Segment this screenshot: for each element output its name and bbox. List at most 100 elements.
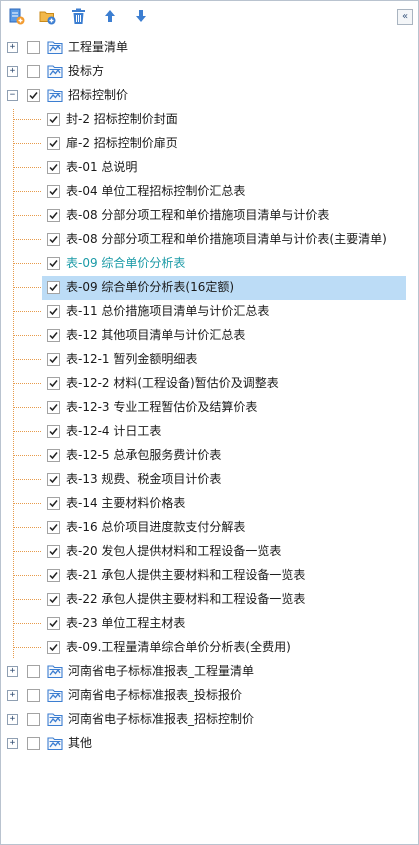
tree-connector-line [14,383,41,385]
tree-node-label: 表-14 主要材料价格表 [66,496,186,510]
tree-child-node[interactable]: 表-22 承包人提供主要材料和工程设备一览表 [1,588,418,612]
tree-child-node[interactable]: 封-2 招标控制价封面 [1,108,418,132]
expand-toggle-icon[interactable]: + [7,42,18,53]
tree-connector-line [14,239,41,241]
node-checkbox[interactable] [27,89,40,102]
node-checkbox[interactable] [47,353,60,366]
node-checkbox[interactable] [47,209,60,222]
expand-toggle-icon[interactable]: + [7,714,18,725]
move-down-button[interactable] [130,5,152,27]
expand-toggle-icon[interactable]: + [7,66,18,77]
tree-child-node[interactable]: 表-01 总说明 [1,156,418,180]
tree-child-node[interactable]: 表-09 综合单价分析表 [1,252,418,276]
move-down-icon [136,10,146,22]
tree-node-label: 表-23 单位工程主材表 [66,616,186,630]
tree-connector-line [14,191,41,193]
tree-root-node[interactable]: + 工程量清单 [1,36,418,60]
report-folder-icon [47,736,63,751]
node-checkbox[interactable] [47,617,60,630]
tree-child-node[interactable]: 表-09 综合单价分析表(16定额) [1,276,418,300]
node-checkbox[interactable] [27,65,40,78]
node-checkbox[interactable] [27,737,40,750]
expand-toggle-icon[interactable]: + [7,666,18,677]
tree-child-node[interactable]: 表-14 主要材料价格表 [1,492,418,516]
tree-root-node[interactable]: + 河南省电子标标准报表_工程量清单 [1,660,418,684]
tree-child-node[interactable]: 表-11 总价措施项目清单与计价汇总表 [1,300,418,324]
tree-child-node[interactable]: 表-21 承包人提供主要材料和工程设备一览表 [1,564,418,588]
node-checkbox[interactable] [47,521,60,534]
tree-node-label: 工程量清单 [68,40,129,54]
tree-node-label: 表-08 分部分项工程和单价措施项目清单与计价表 [66,208,330,222]
tree-connector-line [14,335,41,337]
node-checkbox[interactable] [47,305,60,318]
add-document-button[interactable] [5,5,27,27]
tree-child-node[interactable]: 扉-2 招标控制价扉页 [1,132,418,156]
node-checkbox[interactable] [27,689,40,702]
tree-connector-line [14,479,41,481]
tree-root-node[interactable]: + 河南省电子标标准报表_招标控制价 [1,708,418,732]
tree-child-node[interactable]: 表-12-3 专业工程暂估价及结算价表 [1,396,418,420]
delete-button[interactable] [67,5,89,27]
node-checkbox[interactable] [47,641,60,654]
node-checkbox[interactable] [47,401,60,414]
tree-connector-line [14,431,41,433]
tree-child-node[interactable]: 表-12-1 暂列金额明细表 [1,348,418,372]
node-checkbox[interactable] [27,41,40,54]
node-checkbox[interactable] [47,257,60,270]
tree-child-node[interactable]: 表-04 单位工程招标控制价汇总表 [1,180,418,204]
expand-toggle-icon[interactable]: + [7,738,18,749]
tree-node-label: 河南省电子标标准报表_招标控制价 [68,712,255,726]
tree-connector-line [14,167,41,169]
tree-child-node[interactable]: 表-13 规费、税金项目计价表 [1,468,418,492]
tree-connector-line [14,647,41,649]
move-up-button[interactable] [99,5,121,27]
add-folder-button[interactable] [36,5,58,27]
node-checkbox[interactable] [47,497,60,510]
node-checkbox[interactable] [47,545,60,558]
tree-child-node[interactable]: 表-12-4 计日工表 [1,420,418,444]
node-checkbox[interactable] [47,161,60,174]
node-checkbox[interactable] [47,473,60,486]
tree-node-label: 表-20 发包人提供材料和工程设备一览表 [66,544,282,558]
tree-connector-line [14,455,41,457]
collapse-toggle-icon[interactable]: − [7,90,18,101]
node-checkbox[interactable] [47,569,60,582]
tree-child-node[interactable]: 表-08 分部分项工程和单价措施项目清单与计价表 [1,204,418,228]
tree-child-node[interactable]: 表-12-2 材料(工程设备)暂估价及调整表 [1,372,418,396]
tree-node-label: 表-12-5 总承包服务费计价表 [66,448,222,462]
tree-child-node[interactable]: 表-16 总价项目进度款支付分解表 [1,516,418,540]
tree-connector-line [14,551,41,553]
tree-root-node[interactable]: − 招标控制价 [1,84,418,108]
tree-connector-line [14,287,41,289]
collapse-panel-button[interactable]: « [397,9,413,25]
node-checkbox[interactable] [47,449,60,462]
node-checkbox[interactable] [27,713,40,726]
node-checkbox[interactable] [47,113,60,126]
tree-child-node[interactable]: 表-20 发包人提供材料和工程设备一览表 [1,540,418,564]
tree-child-node[interactable]: 表-23 单位工程主材表 [1,612,418,636]
tree-connector-line [14,143,41,145]
tree-child-node[interactable]: 表-08 分部分项工程和单价措施项目清单与计价表(主要清单) [1,228,418,252]
node-checkbox[interactable] [47,593,60,606]
tree-node-label: 表-16 总价项目进度款支付分解表 [66,520,246,534]
tree-child-node[interactable]: 表-12 其他项目清单与计价汇总表 [1,324,418,348]
tree-root-node[interactable]: + 投标方 [1,60,418,84]
expand-toggle-icon[interactable]: + [7,690,18,701]
node-checkbox[interactable] [47,233,60,246]
tree-node-label: 表-22 承包人提供主要材料和工程设备一览表 [66,592,306,606]
node-checkbox[interactable] [47,137,60,150]
tree-root-node[interactable]: + 河南省电子标标准报表_投标报价 [1,684,418,708]
node-checkbox[interactable] [47,185,60,198]
tree-connector-line [14,407,41,409]
tree-child-node[interactable]: 表-12-5 总承包服务费计价表 [1,444,418,468]
node-checkbox[interactable] [47,377,60,390]
node-checkbox[interactable] [47,281,60,294]
tree-connector-line [14,119,41,121]
node-checkbox[interactable] [47,425,60,438]
tree-root-node[interactable]: + 其他 [1,732,418,756]
node-checkbox[interactable] [27,665,40,678]
node-checkbox[interactable] [47,329,60,342]
tree-child-node[interactable]: 表-09.工程量清单综合单价分析表(全费用) [1,636,418,660]
delete-icon [71,8,85,24]
tree-node-label: 扉-2 招标控制价扉页 [66,136,178,150]
